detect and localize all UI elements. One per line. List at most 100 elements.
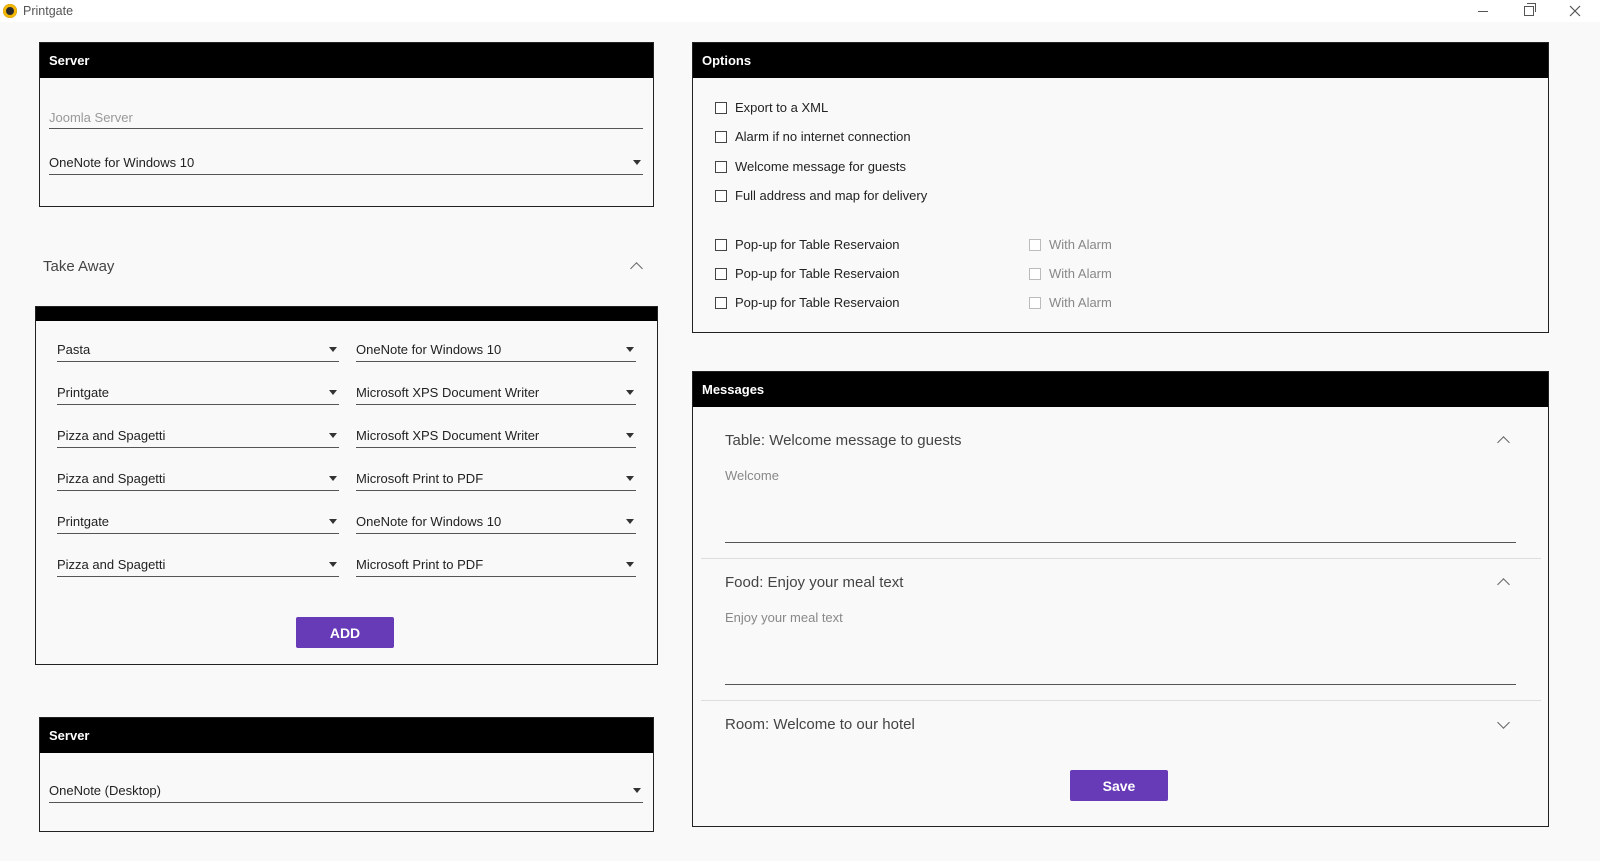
dropdown-caret-icon — [329, 519, 337, 524]
room-message-title[interactable]: Room: Welcome to our hotel — [725, 716, 915, 733]
dropdown-caret-icon — [633, 160, 641, 165]
printer-select[interactable]: Microsoft Print to PDF — [356, 555, 636, 577]
category-value: Pasta — [57, 342, 91, 357]
option-checkbox[interactable]: Export to a XML — [715, 100, 828, 115]
checkbox-box[interactable] — [715, 189, 727, 202]
option-label: Export to a XML — [735, 100, 829, 115]
dropdown-caret-icon — [626, 562, 634, 567]
checkbox-box[interactable] — [715, 238, 727, 251]
chevron-up-icon[interactable] — [1497, 578, 1510, 591]
add-button[interactable]: ADD — [296, 617, 394, 648]
checkbox-box[interactable] — [715, 160, 727, 173]
server-printer-value: OneNote for Windows 10 — [49, 155, 195, 170]
dropdown-caret-icon — [626, 347, 634, 352]
printer-value: Microsoft XPS Document Writer — [356, 428, 540, 443]
server-printer-select[interactable]: OneNote for Windows 10 — [49, 153, 643, 175]
options-card-header: Options — [693, 43, 1548, 78]
printer-value: Microsoft Print to PDF — [356, 557, 484, 572]
alarm-label: With Alarm — [1049, 295, 1112, 310]
checkbox-box[interactable] — [715, 130, 727, 143]
minimize-icon — [1478, 10, 1488, 12]
option-checkbox[interactable]: Full address and map for delivery — [715, 188, 927, 203]
checkbox-box[interactable] — [715, 267, 727, 280]
maximize-button[interactable] — [1506, 0, 1552, 22]
popup-reservation-checkbox[interactable]: Pop-up for Table Reservaion — [715, 295, 900, 310]
chevron-up-icon[interactable] — [1497, 436, 1510, 449]
dropdown-caret-icon — [329, 433, 337, 438]
app-logo-icon — [3, 4, 17, 18]
take-away-card: Pasta OneNote for Windows 10 Printgate Micr… — [35, 306, 658, 665]
checkbox-box[interactable] — [715, 296, 727, 309]
take-away-card-header — [36, 307, 657, 321]
divider — [701, 700, 1541, 701]
dropdown-caret-icon — [626, 433, 634, 438]
category-value: Pizza and Spagetti — [57, 428, 166, 443]
with-alarm-checkbox[interactable]: With Alarm — [1029, 266, 1112, 281]
options-card: Options Export to a XML Alarm if no inter… — [692, 42, 1549, 333]
printer-value: Microsoft XPS Document Writer — [356, 385, 540, 400]
save-button[interactable]: Save — [1070, 770, 1168, 801]
food-message-title[interactable]: Food: Enjoy your meal text — [725, 574, 903, 591]
with-alarm-checkbox[interactable]: With Alarm — [1029, 237, 1112, 252]
alarm-label: With Alarm — [1049, 237, 1112, 252]
option-checkbox[interactable]: Welcome message for guests — [715, 159, 906, 174]
option-label: Welcome message for guests — [735, 159, 906, 174]
server-card-top: Server OneNote for Windows 10 — [39, 42, 654, 207]
minimize-button[interactable] — [1460, 0, 1506, 22]
dropdown-caret-icon — [329, 347, 337, 352]
category-select[interactable]: Printgate — [57, 512, 339, 534]
dropdown-caret-icon — [633, 788, 641, 793]
checkbox-box[interactable] — [715, 101, 727, 114]
printer-value: OneNote for Windows 10 — [356, 342, 502, 357]
table-message-input[interactable] — [725, 468, 1516, 543]
server-card-bottom: Server OneNote (Desktop) — [39, 717, 654, 832]
category-value: Pizza and Spagetti — [57, 557, 166, 572]
popup-reservation-checkbox[interactable]: Pop-up for Table Reservaion — [715, 266, 900, 281]
option-label: Full address and map for delivery — [735, 188, 928, 203]
dropdown-caret-icon — [329, 476, 337, 481]
option-checkbox[interactable]: Alarm if no internet connection — [715, 129, 911, 144]
table-message-title[interactable]: Table: Welcome message to guests — [725, 432, 962, 449]
category-select[interactable]: Printgate — [57, 383, 339, 405]
category-select[interactable]: Pizza and Spagetti — [57, 426, 339, 448]
printer-select[interactable]: OneNote for Windows 10 — [356, 512, 636, 534]
joomla-server-input[interactable] — [49, 107, 643, 129]
category-value: Printgate — [57, 514, 110, 529]
collapse-chevron-up-icon[interactable] — [630, 262, 643, 275]
category-value: Pizza and Spagetti — [57, 471, 166, 486]
title-bar: Printgate — [0, 0, 1600, 22]
printer-select[interactable]: Microsoft XPS Document Writer — [356, 383, 636, 405]
server-bottom-printer-value: OneNote (Desktop) — [49, 783, 161, 798]
dropdown-caret-icon — [626, 519, 634, 524]
messages-card: Messages Table: Welcome message to guest… — [692, 371, 1549, 827]
checkbox-box[interactable] — [1029, 238, 1041, 251]
popup-label: Pop-up for Table Reservaion — [735, 266, 900, 281]
checkbox-box[interactable] — [1029, 267, 1041, 280]
printer-value: OneNote for Windows 10 — [356, 514, 502, 529]
restore-icon — [1524, 3, 1536, 16]
printer-select[interactable]: OneNote for Windows 10 — [356, 340, 636, 362]
close-button[interactable] — [1552, 0, 1598, 22]
alarm-label: With Alarm — [1049, 266, 1112, 281]
chevron-down-icon[interactable] — [1497, 716, 1510, 729]
option-label: Alarm if no internet connection — [735, 129, 911, 144]
category-select[interactable]: Pizza and Spagetti — [57, 555, 339, 577]
food-message-input[interactable] — [725, 610, 1516, 685]
dropdown-caret-icon — [626, 390, 634, 395]
checkbox-box[interactable] — [1029, 296, 1041, 309]
popup-reservation-checkbox[interactable]: Pop-up for Table Reservaion — [715, 237, 900, 252]
popup-label: Pop-up for Table Reservaion — [735, 237, 900, 252]
category-select[interactable]: Pizza and Spagetti — [57, 469, 339, 491]
printer-value: Microsoft Print to PDF — [356, 471, 484, 486]
printer-select[interactable]: Microsoft XPS Document Writer — [356, 426, 636, 448]
messages-card-header: Messages — [693, 372, 1548, 407]
take-away-title: Take Away — [43, 258, 115, 275]
close-icon — [1569, 5, 1581, 17]
server-bottom-printer-select[interactable]: OneNote (Desktop) — [49, 781, 643, 803]
printer-select[interactable]: Microsoft Print to PDF — [356, 469, 636, 491]
server-card-header: Server — [40, 43, 653, 78]
category-select[interactable]: Pasta — [57, 340, 339, 362]
with-alarm-checkbox[interactable]: With Alarm — [1029, 295, 1112, 310]
dropdown-caret-icon — [626, 476, 634, 481]
dropdown-caret-icon — [329, 390, 337, 395]
